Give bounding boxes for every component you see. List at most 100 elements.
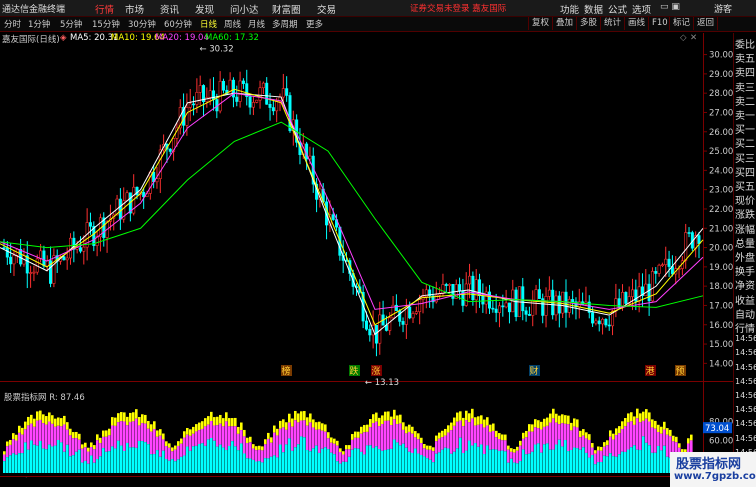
stats-button[interactable]: 统计	[600, 17, 624, 30]
f10-button[interactable]: F10	[648, 17, 671, 30]
indicator-bar	[534, 427, 537, 445]
indicator-bar	[588, 434, 591, 440]
multi-stock-button[interactable]: 多股	[576, 17, 600, 30]
indicator-bar	[300, 411, 303, 421]
indicator-bar	[609, 453, 612, 473]
period-intraday[interactable]: 分时	[4, 18, 21, 30]
indicator-bar	[477, 416, 480, 425]
indicator-bar	[549, 413, 552, 423]
candle-body	[275, 101, 279, 112]
indicator-bar	[468, 422, 471, 441]
indicator-bar	[438, 452, 441, 473]
indicator-bar	[483, 419, 486, 428]
candle-body	[547, 289, 551, 297]
indicator-bar	[60, 426, 63, 443]
menu-data[interactable]: 数据	[584, 2, 603, 16]
indicator-bar	[195, 431, 198, 446]
period-daily[interactable]: 日线	[200, 18, 217, 30]
indicator-bar	[159, 456, 162, 473]
period-more[interactable]: 更多	[306, 18, 323, 30]
overlay-button[interactable]: 叠加	[552, 17, 576, 30]
candle-body	[687, 232, 691, 234]
candle-body	[394, 304, 398, 311]
indicator-bar	[546, 443, 549, 473]
indicator-bar	[651, 427, 654, 453]
indicator-bar	[66, 422, 69, 430]
period-15min[interactable]: 15分钟	[92, 18, 120, 30]
indicator-bar	[396, 415, 399, 425]
indicator-bar	[603, 455, 606, 473]
indicator-bar	[537, 443, 540, 473]
indicator-bar	[192, 446, 195, 473]
indicator-bar	[84, 460, 87, 473]
indicator-bar	[558, 424, 561, 440]
menu-news[interactable]: 资讯	[160, 2, 179, 16]
indicator-bar	[429, 449, 432, 460]
high-annotation: ← 30.32	[199, 44, 233, 54]
indicator-bar	[432, 447, 435, 452]
indicator-bar	[504, 451, 507, 473]
guest-label[interactable]: 游客	[714, 2, 732, 15]
indicator-bar	[369, 445, 372, 473]
chart-area[interactable]: 30.00 29.00 28.00 27.00 26.00 25.00 24.00 23.00…	[0, 33, 733, 478]
indicator-title: 股票指标网 R: 87.46	[4, 392, 85, 403]
adjust-button[interactable]: 复权	[528, 17, 552, 30]
candle-body	[491, 307, 495, 310]
login-notice[interactable]: 证券交易未登录 嘉友国际	[410, 2, 506, 14]
indicator-bar	[210, 438, 213, 473]
menu-markets[interactable]: 市场	[125, 2, 144, 16]
indicator-bar	[321, 448, 324, 473]
indicator-bar	[45, 424, 48, 450]
menu-options[interactable]: 选项	[632, 2, 651, 16]
menu-market[interactable]: 行情	[95, 2, 114, 16]
period-60min[interactable]: 60分钟	[164, 18, 192, 30]
indicator-bar	[510, 451, 513, 459]
menu-trade[interactable]: 交易	[317, 2, 336, 16]
indicator-bar	[183, 431, 186, 438]
menu-wenxiaoda[interactable]: 问小达	[230, 2, 259, 16]
menu-functions[interactable]: 功能	[560, 2, 579, 16]
indicator-bar	[585, 432, 588, 439]
quote-panel-label: 外盘	[735, 253, 755, 264]
indicator-bar	[444, 435, 447, 448]
indicator-bar	[405, 433, 408, 448]
candle-body	[448, 283, 452, 286]
indicator-bar	[264, 444, 267, 459]
indicator-bar	[171, 451, 174, 460]
indicator-bar	[663, 421, 666, 430]
indicator-bar	[615, 456, 618, 473]
indicator-bar	[555, 444, 558, 473]
period-multi[interactable]: 多周期	[272, 18, 298, 30]
indicator-bar	[561, 414, 564, 424]
menu-wealth[interactable]: 财富圈	[272, 2, 301, 16]
indicator-bar	[42, 423, 45, 449]
period-monthly[interactable]: 月线	[248, 18, 265, 30]
indicator-bar	[192, 426, 195, 434]
candle-body	[198, 85, 202, 93]
period-weekly[interactable]: 周线	[224, 18, 241, 30]
indicator-bar	[135, 447, 138, 473]
window-controls-icon[interactable]: ▭ ▣	[660, 2, 680, 12]
indicator-bar	[618, 433, 621, 455]
indicator-bar	[270, 437, 273, 443]
menu-discover[interactable]: 发现	[195, 2, 214, 16]
indicator-bar	[504, 440, 507, 452]
indicator-bar	[579, 437, 582, 450]
indicator-bar	[558, 439, 561, 473]
period-5min[interactable]: 5分钟	[60, 18, 82, 30]
price-tick-label: 25.00	[709, 147, 733, 157]
mark-button[interactable]: 标记	[669, 17, 693, 30]
indicator-bar	[690, 434, 693, 441]
back-button[interactable]: 返回	[693, 17, 719, 30]
menu-formula[interactable]: 公式	[608, 2, 627, 16]
indicator-bar	[429, 445, 432, 450]
indicator-bar	[666, 428, 669, 435]
period-30min[interactable]: 30分钟	[128, 18, 156, 30]
indicator-bar	[402, 422, 405, 430]
period-1min[interactable]: 1分钟	[28, 18, 50, 30]
indicator-bar	[33, 418, 36, 427]
candle-body	[25, 255, 29, 274]
indicator-bar	[612, 439, 615, 457]
draw-line-button[interactable]: 画线	[624, 17, 648, 30]
indicator-bar	[96, 434, 99, 441]
